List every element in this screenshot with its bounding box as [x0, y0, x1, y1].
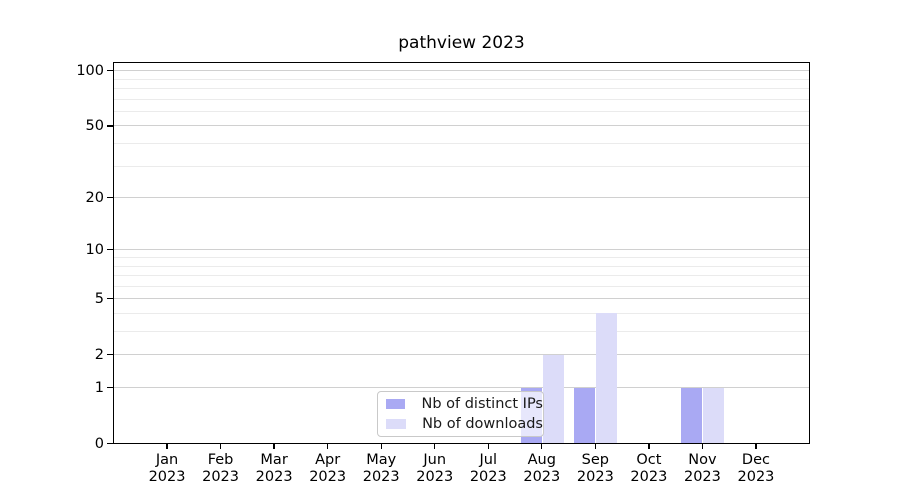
- figure-download-stats: pathview 2023 0125102050100Jan2023Feb202…: [0, 0, 900, 500]
- x-axis-tick: [648, 444, 649, 449]
- x-tick-label: Jul2023: [456, 452, 520, 485]
- legend: Nb of distinct IPs Nb of downloads: [377, 391, 544, 437]
- x-tick-label-line: Feb: [189, 452, 253, 469]
- x-tick-label-line: Jun: [403, 452, 467, 469]
- y-tick-label: 5: [38, 290, 104, 308]
- plot-area-border: [113, 62, 811, 444]
- x-tick-label: May2023: [349, 452, 413, 485]
- x-tick-label: Dec2023: [724, 452, 788, 485]
- chart-title: pathview 2023: [113, 33, 810, 53]
- x-tick-label-line: Jan: [135, 452, 199, 469]
- x-tick-label-line: Apr: [296, 452, 360, 469]
- x-tick-label-line: Sep: [563, 452, 627, 469]
- x-tick-label: Nov2023: [670, 452, 734, 485]
- x-axis-tick: [273, 444, 274, 449]
- x-axis-tick: [434, 444, 435, 449]
- x-tick-label: Aug2023: [510, 452, 574, 485]
- x-tick-label-line: 2023: [617, 469, 681, 486]
- y-tick-label: 100: [38, 62, 104, 80]
- x-tick-label-line: Nov: [670, 452, 734, 469]
- x-axis-tick: [702, 444, 703, 449]
- y-tick-label: 10: [38, 241, 104, 259]
- x-tick-label: Apr2023: [296, 452, 360, 485]
- legend-swatch-downloads-icon: [386, 419, 406, 429]
- x-axis-tick: [381, 444, 382, 449]
- x-axis-tick: [220, 444, 221, 449]
- x-tick-label-line: 2023: [135, 469, 199, 486]
- x-tick-label-line: 2023: [349, 469, 413, 486]
- legend-swatch-distinct-ips-icon: [386, 399, 405, 409]
- x-tick-label-line: 2023: [670, 469, 734, 486]
- legend-item-distinct-ips: Nb of distinct IPs: [386, 395, 543, 413]
- x-axis-tick: [595, 444, 596, 449]
- x-tick-label-line: Mar: [242, 452, 306, 469]
- x-tick-label-line: May: [349, 452, 413, 469]
- y-tick-label: 20: [38, 189, 104, 207]
- x-tick-label-line: Jul: [456, 452, 520, 469]
- x-axis-tick: [488, 444, 489, 449]
- x-tick-label-line: 2023: [456, 469, 520, 486]
- x-tick-label-line: Dec: [724, 452, 788, 469]
- x-tick-label: Feb2023: [189, 452, 253, 485]
- x-tick-label-line: 2023: [510, 469, 574, 486]
- y-tick-label: 2: [38, 346, 104, 364]
- x-tick-label-line: 2023: [403, 469, 467, 486]
- legend-label-distinct-ips: Nb of distinct IPs: [421, 396, 543, 412]
- x-tick-label-line: 2023: [296, 469, 360, 486]
- x-axis-tick: [755, 444, 756, 449]
- x-tick-label-line: 2023: [242, 469, 306, 486]
- x-tick-label-line: Aug: [510, 452, 574, 469]
- y-tick-label: 0: [38, 435, 104, 453]
- x-tick-label-line: 2023: [189, 469, 253, 486]
- x-axis-tick: [327, 444, 328, 449]
- x-axis-tick: [541, 444, 542, 449]
- x-tick-label-line: Oct: [617, 452, 681, 469]
- y-tick-label: 1: [38, 379, 104, 397]
- x-axis-tick: [166, 444, 167, 449]
- y-tick-label: 50: [38, 117, 104, 135]
- x-tick-label: Oct2023: [617, 452, 681, 485]
- legend-label-downloads: Nb of downloads: [422, 416, 543, 432]
- x-tick-label-line: 2023: [563, 469, 627, 486]
- x-tick-label: Mar2023: [242, 452, 306, 485]
- x-tick-label: Sep2023: [563, 452, 627, 485]
- x-tick-label: Jan2023: [135, 452, 199, 485]
- legend-item-downloads: Nb of downloads: [386, 415, 543, 433]
- x-tick-label: Jun2023: [403, 452, 467, 485]
- x-tick-label-line: 2023: [724, 469, 788, 486]
